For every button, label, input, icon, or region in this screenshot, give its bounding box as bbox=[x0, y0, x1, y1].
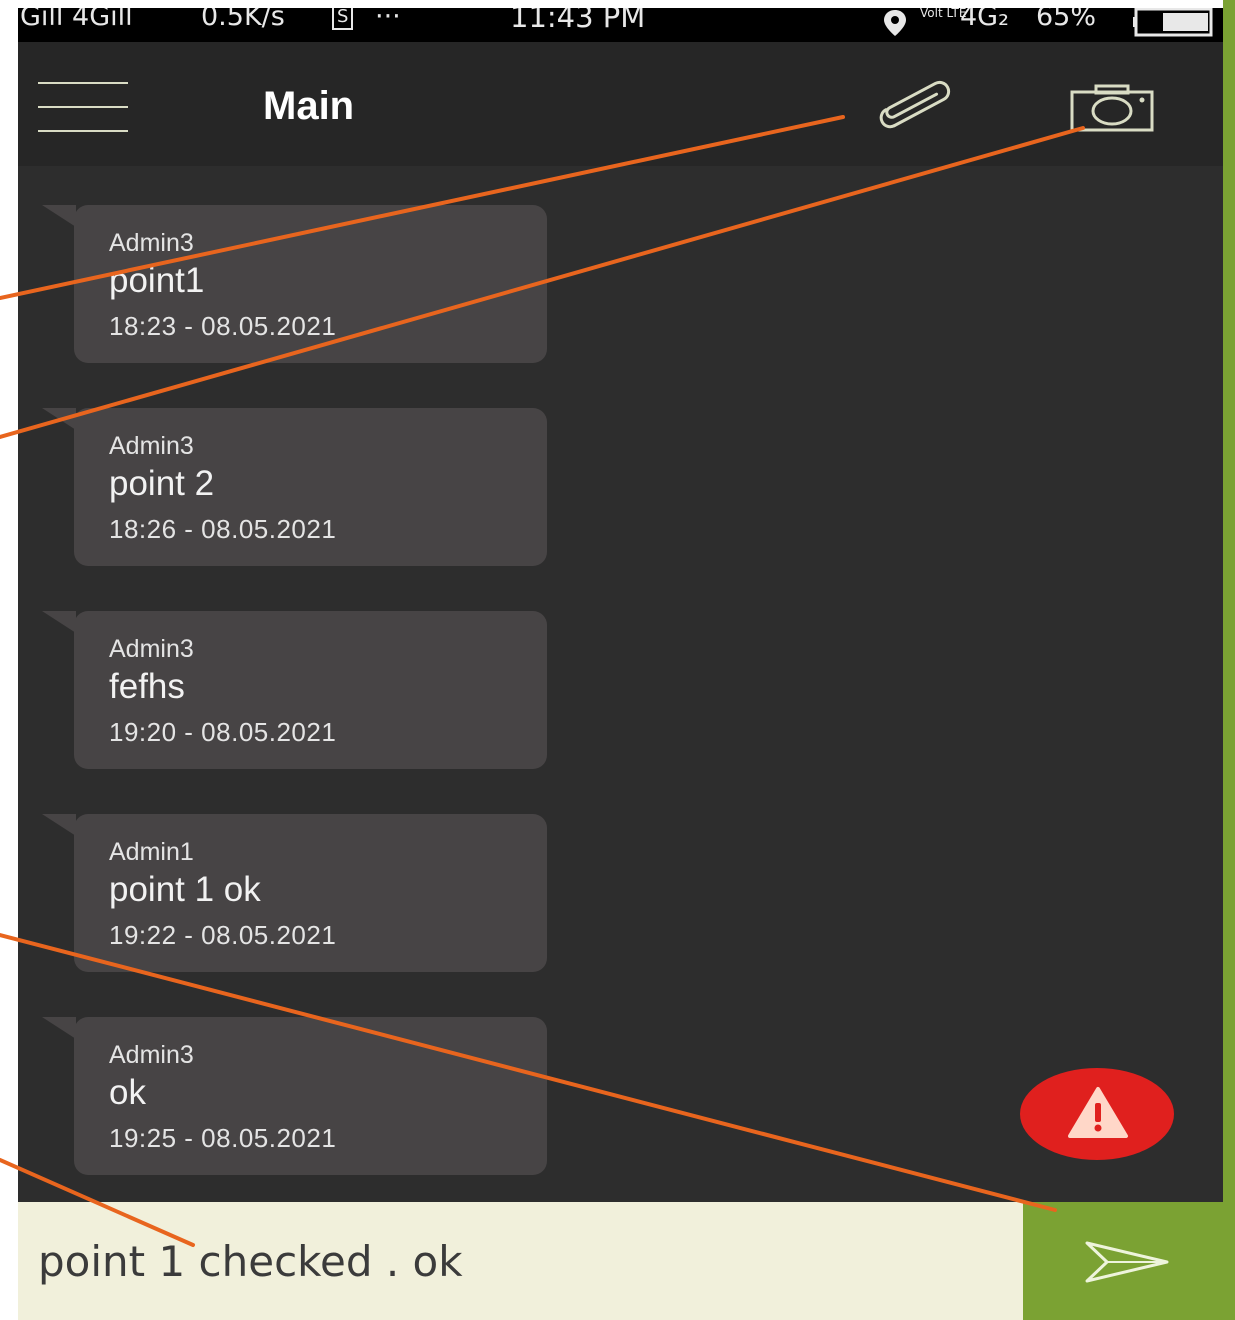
annotation-arrows bbox=[0, 115, 1085, 1247]
annotation-arrow bbox=[0, 1158, 195, 1247]
annotation-arrow bbox=[0, 933, 1057, 1212]
annotation-arrow bbox=[0, 115, 845, 300]
annotation-arrow bbox=[0, 126, 1085, 439]
